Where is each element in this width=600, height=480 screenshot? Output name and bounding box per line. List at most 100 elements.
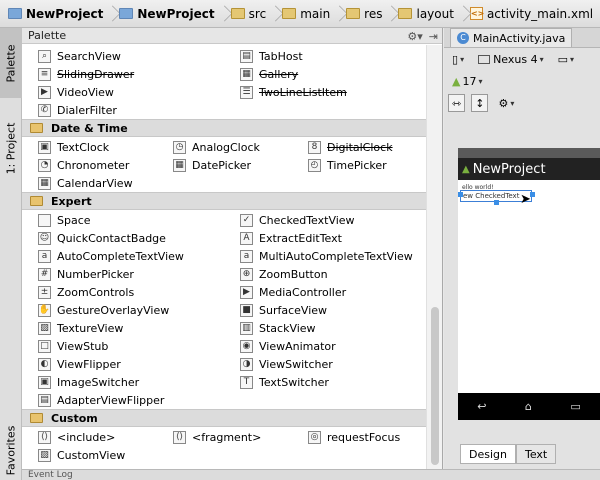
mouse-cursor-icon: ➤ bbox=[520, 192, 531, 207]
palette-item[interactable]: ⟨⟩ <include> bbox=[38, 428, 115, 446]
palette-row: ▦ CalendarView bbox=[22, 174, 427, 192]
scrollbar-thumb[interactable] bbox=[431, 307, 439, 465]
palette-row: ✋ GestureOverlayView ■ SurfaceView bbox=[22, 301, 427, 319]
breadcrumb: NewProject NewProject src main res layout <> ac… bbox=[0, 0, 600, 28]
device-selector[interactable]: Nexus 4 ▾ bbox=[474, 50, 548, 68]
editor-tab-strip: C MainActivity.java bbox=[444, 28, 600, 48]
resize-handle-bottom[interactable] bbox=[494, 200, 499, 205]
preview-action-bar: ▲ NewProject bbox=[458, 158, 600, 180]
palette-item[interactable]: ✓ CheckedTextView bbox=[240, 211, 355, 229]
palette-item[interactable]: 8 DigitalClock bbox=[308, 138, 393, 156]
palette-row: ≡ SlidingDrawer ▦ Gallery bbox=[22, 65, 427, 83]
layout-file-button[interactable]: ▯ ▾ bbox=[448, 50, 468, 68]
palette-row: ☺ QuickContactBadge A ExtractEditText bbox=[22, 229, 427, 247]
palette-item[interactable]: ▤ AdapterViewFlipper bbox=[38, 391, 164, 409]
palette-category-header[interactable]: Date & Time bbox=[22, 119, 427, 137]
gesture-icon: ✋ bbox=[38, 303, 51, 317]
palette-item[interactable]: # NumberPicker bbox=[38, 265, 134, 283]
palette-item[interactable]: ⟨⟩ <fragment> bbox=[173, 428, 261, 446]
breadcrumb-item[interactable]: NewProject bbox=[4, 0, 107, 27]
palette-list: ⌕ SearchView ▤ TabHost ≡ SlidingDrawer ▦ Galler… bbox=[22, 45, 427, 469]
viewstub-icon: □ bbox=[38, 339, 51, 353]
palette-item[interactable]: ◉ ViewAnimator bbox=[240, 337, 336, 355]
breadcrumb-item[interactable]: src bbox=[227, 0, 271, 27]
palette-item[interactable]: ■ SurfaceView bbox=[240, 301, 327, 319]
palette-item[interactable]: ◐ ViewFlipper bbox=[38, 355, 121, 373]
autocomplete-icon: a bbox=[38, 249, 51, 263]
breadcrumb-item[interactable]: main bbox=[278, 0, 334, 27]
palette-category-header[interactable]: Expert bbox=[22, 192, 427, 210]
customview-icon: ▨ bbox=[38, 448, 51, 462]
palette-item[interactable]: ☺ QuickContactBadge bbox=[38, 229, 166, 247]
palette-item[interactable]: ▥ StackView bbox=[240, 319, 316, 337]
palette-row: ⟨⟩ <include> ⟨⟩ <fragment> ◎ requestFocus bbox=[22, 428, 427, 446]
tab-text[interactable]: Text bbox=[515, 444, 557, 464]
recents-icon: ▭ bbox=[570, 400, 581, 413]
calendar-icon: ▦ bbox=[38, 176, 51, 190]
palette-row: □ ViewStub ◉ ViewAnimator bbox=[22, 337, 427, 355]
palette-scrollbar[interactable] bbox=[426, 45, 442, 469]
palette-item[interactable]: T TextSwitcher bbox=[240, 373, 329, 391]
palette-item[interactable]: ⊕ ZoomButton bbox=[240, 265, 328, 283]
palette-item[interactable]: ▦ DatePicker bbox=[173, 156, 251, 174]
palette-item[interactable]: ▦ Gallery bbox=[240, 65, 298, 83]
breadcrumb-item[interactable]: layout bbox=[394, 0, 457, 27]
palette-item[interactable]: ◑ ViewSwitcher bbox=[240, 355, 333, 373]
event-log-link[interactable]: Event Log bbox=[28, 470, 73, 480]
module-icon bbox=[119, 8, 134, 19]
palette-item[interactable]: a MultiAutoCompleteTextView bbox=[240, 247, 413, 265]
tabhost-icon: ▤ bbox=[240, 49, 253, 63]
numberpicker-icon: # bbox=[38, 267, 51, 281]
palette-item[interactable]: A ExtractEditText bbox=[240, 229, 342, 247]
palette-category-header[interactable]: Custom bbox=[22, 409, 427, 427]
timepicker-icon: ◴ bbox=[308, 158, 321, 172]
hide-panel-icon[interactable]: ⇥ bbox=[429, 30, 438, 43]
palette-item[interactable]: a AutoCompleteTextView bbox=[38, 247, 184, 265]
palette-item[interactable]: ▨ TextureView bbox=[38, 319, 123, 337]
palette-item[interactable]: ✋ GestureOverlayView bbox=[38, 301, 169, 319]
palette-item[interactable]: ▦ CalendarView bbox=[38, 174, 133, 192]
resize-handle-left[interactable] bbox=[458, 192, 463, 197]
settings-gear-icon[interactable]: ⚙▾ bbox=[407, 30, 422, 43]
palette-item[interactable]: ✆ DialerFilter bbox=[38, 101, 117, 119]
api-level-selector[interactable]: ▲ 17 ▾ bbox=[448, 72, 486, 90]
tab-design[interactable]: Design bbox=[460, 444, 516, 464]
palette-item[interactable]: ≡ SlidingDrawer bbox=[38, 65, 134, 83]
orientation-button[interactable]: ▭ ▾ bbox=[554, 50, 578, 68]
zoom-fit-width-icon[interactable]: ⇿ bbox=[448, 94, 466, 112]
zoom-fit-height-icon[interactable]: ↕ bbox=[471, 94, 489, 112]
textclock-icon: ▣ bbox=[38, 140, 51, 154]
palette-item[interactable]: ◎ requestFocus bbox=[308, 428, 400, 446]
edittext-icon: A bbox=[240, 231, 253, 245]
palette-item[interactable]: □ ViewStub bbox=[38, 337, 108, 355]
design-settings-icon[interactable]: ⚙ ▾ bbox=[494, 94, 518, 112]
checkedtext-icon: ✓ bbox=[240, 213, 253, 227]
palette-item[interactable]: ▶ VideoView bbox=[38, 83, 114, 101]
palette-item[interactable]: ⌕ SearchView bbox=[38, 47, 121, 65]
project-tool-tab[interactable]: 1: Project bbox=[0, 108, 22, 188]
editor-tab-mainactivity[interactable]: C MainActivity.java bbox=[450, 28, 573, 47]
device-preview: ▲ NewProject ello world! ew CheckedText … bbox=[458, 148, 600, 420]
breadcrumb-item[interactable]: <> activity_main.xml bbox=[466, 0, 597, 27]
palette-item[interactable]: ▶ MediaController bbox=[240, 283, 346, 301]
palette-item[interactable]: ◴ TimePicker bbox=[308, 156, 387, 174]
back-icon: ↩ bbox=[477, 400, 487, 413]
palette-row: ▶ VideoView ☰ TwoLineListItem bbox=[22, 83, 427, 101]
palette-item[interactable]: ± ZoomControls bbox=[38, 283, 134, 301]
palette-item[interactable]: ▣ TextClock bbox=[38, 138, 109, 156]
palette-item[interactable]: ◔ Chronometer bbox=[38, 156, 129, 174]
preview-screen[interactable]: ello world! ew CheckedText ➤ bbox=[458, 180, 600, 393]
palette-item[interactable]: ▤ TabHost bbox=[240, 47, 303, 65]
device-icon bbox=[478, 54, 491, 64]
home-icon: ⌂ bbox=[524, 400, 532, 413]
palette-item[interactable]: ◷ AnalogClock bbox=[173, 138, 260, 156]
video-icon: ▶ bbox=[38, 85, 51, 99]
palette-item[interactable]: ☰ TwoLineListItem bbox=[240, 83, 347, 101]
palette-item[interactable]: ▨ CustomView bbox=[38, 446, 125, 464]
breadcrumb-item[interactable]: res bbox=[342, 0, 386, 27]
palette-item[interactable]: Space bbox=[38, 211, 91, 229]
palette-tool-tab[interactable]: Palette bbox=[0, 28, 22, 98]
breadcrumb-item[interactable]: NewProject bbox=[115, 0, 218, 27]
palette-item[interactable]: ▣ ImageSwitcher bbox=[38, 373, 139, 391]
favorites-tool-tab[interactable]: Favorites bbox=[0, 420, 22, 480]
